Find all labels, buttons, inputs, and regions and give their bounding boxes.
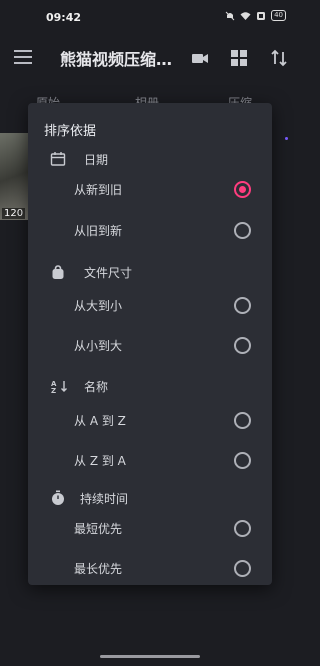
- sort-dialog: 排序依据 日期 从新到旧 从旧到新 文件尺寸 从大到小 从小到大 AZ 名称 从…: [28, 103, 272, 585]
- calendar-icon: [50, 152, 66, 166]
- wifi-icon: [240, 11, 251, 20]
- option-z-to-a[interactable]: 从 Z 到 A: [28, 444, 272, 476]
- app-title: 熊猫视频压缩…: [60, 50, 173, 69]
- option-newest-first[interactable]: 从新到旧: [28, 173, 272, 205]
- radio-button-selected[interactable]: [234, 181, 251, 198]
- group-label-file-size: 文件尺寸: [84, 266, 133, 280]
- option-largest-first[interactable]: 从大到小: [28, 289, 272, 321]
- group-label-date: 日期: [84, 153, 109, 167]
- dialog-title: 排序依据: [44, 124, 97, 139]
- sort-icon[interactable]: [269, 48, 289, 68]
- option-a-to-z[interactable]: 从 A 到 Z: [28, 404, 272, 436]
- indicator-dot: [285, 137, 288, 140]
- option-oldest-first[interactable]: 从旧到新: [28, 214, 272, 246]
- group-label-name: 名称: [84, 380, 109, 394]
- app-bar: 熊猫视频压缩…: [0, 36, 300, 80]
- video-camera-icon[interactable]: [190, 48, 210, 68]
- weight-icon: [52, 265, 64, 279]
- home-indicator[interactable]: [100, 655, 200, 658]
- group-duration: 持续时间: [28, 488, 272, 508]
- video-thumbnail[interactable]: [0, 133, 30, 220]
- grid-view-icon[interactable]: [229, 48, 249, 68]
- stopwatch-icon: [52, 490, 64, 505]
- option-label: 从小到大: [74, 339, 123, 353]
- option-label: 从 A 到 Z: [74, 414, 126, 428]
- option-label: 从新到旧: [74, 183, 123, 197]
- radio-button[interactable]: [234, 222, 251, 239]
- status-time: 09:42: [46, 11, 82, 24]
- sort-alpha-icon: AZ: [51, 380, 67, 394]
- group-name: AZ 名称: [28, 376, 272, 396]
- svg-text:Z: Z: [51, 387, 56, 394]
- option-smallest-first[interactable]: 从小到大: [28, 329, 272, 361]
- option-label: 最长优先: [74, 562, 123, 576]
- option-label: 从 Z 到 A: [74, 454, 126, 468]
- radio-button[interactable]: [234, 520, 251, 537]
- status-bar: 09:42 40: [0, 0, 300, 36]
- radio-button[interactable]: [234, 452, 251, 469]
- thumbnail-count: 120: [2, 208, 26, 219]
- group-file-size: 文件尺寸: [28, 262, 272, 282]
- battery-level: 40: [271, 10, 286, 21]
- group-date: 日期: [28, 149, 272, 169]
- group-label-duration: 持续时间: [80, 492, 129, 506]
- option-longest-first[interactable]: 最长优先: [28, 552, 272, 584]
- option-label: 最短优先: [74, 522, 123, 536]
- status-icons: 40: [225, 10, 286, 21]
- option-label: 从旧到新: [74, 224, 123, 238]
- option-shortest-first[interactable]: 最短优先: [28, 512, 272, 544]
- radio-button[interactable]: [234, 560, 251, 577]
- radio-button[interactable]: [234, 297, 251, 314]
- option-label: 从大到小: [74, 299, 123, 313]
- menu-icon[interactable]: [14, 50, 32, 64]
- mute-icon: [225, 11, 235, 20]
- radio-button[interactable]: [234, 412, 251, 429]
- radio-button[interactable]: [234, 337, 251, 354]
- sim-icon: [257, 11, 266, 20]
